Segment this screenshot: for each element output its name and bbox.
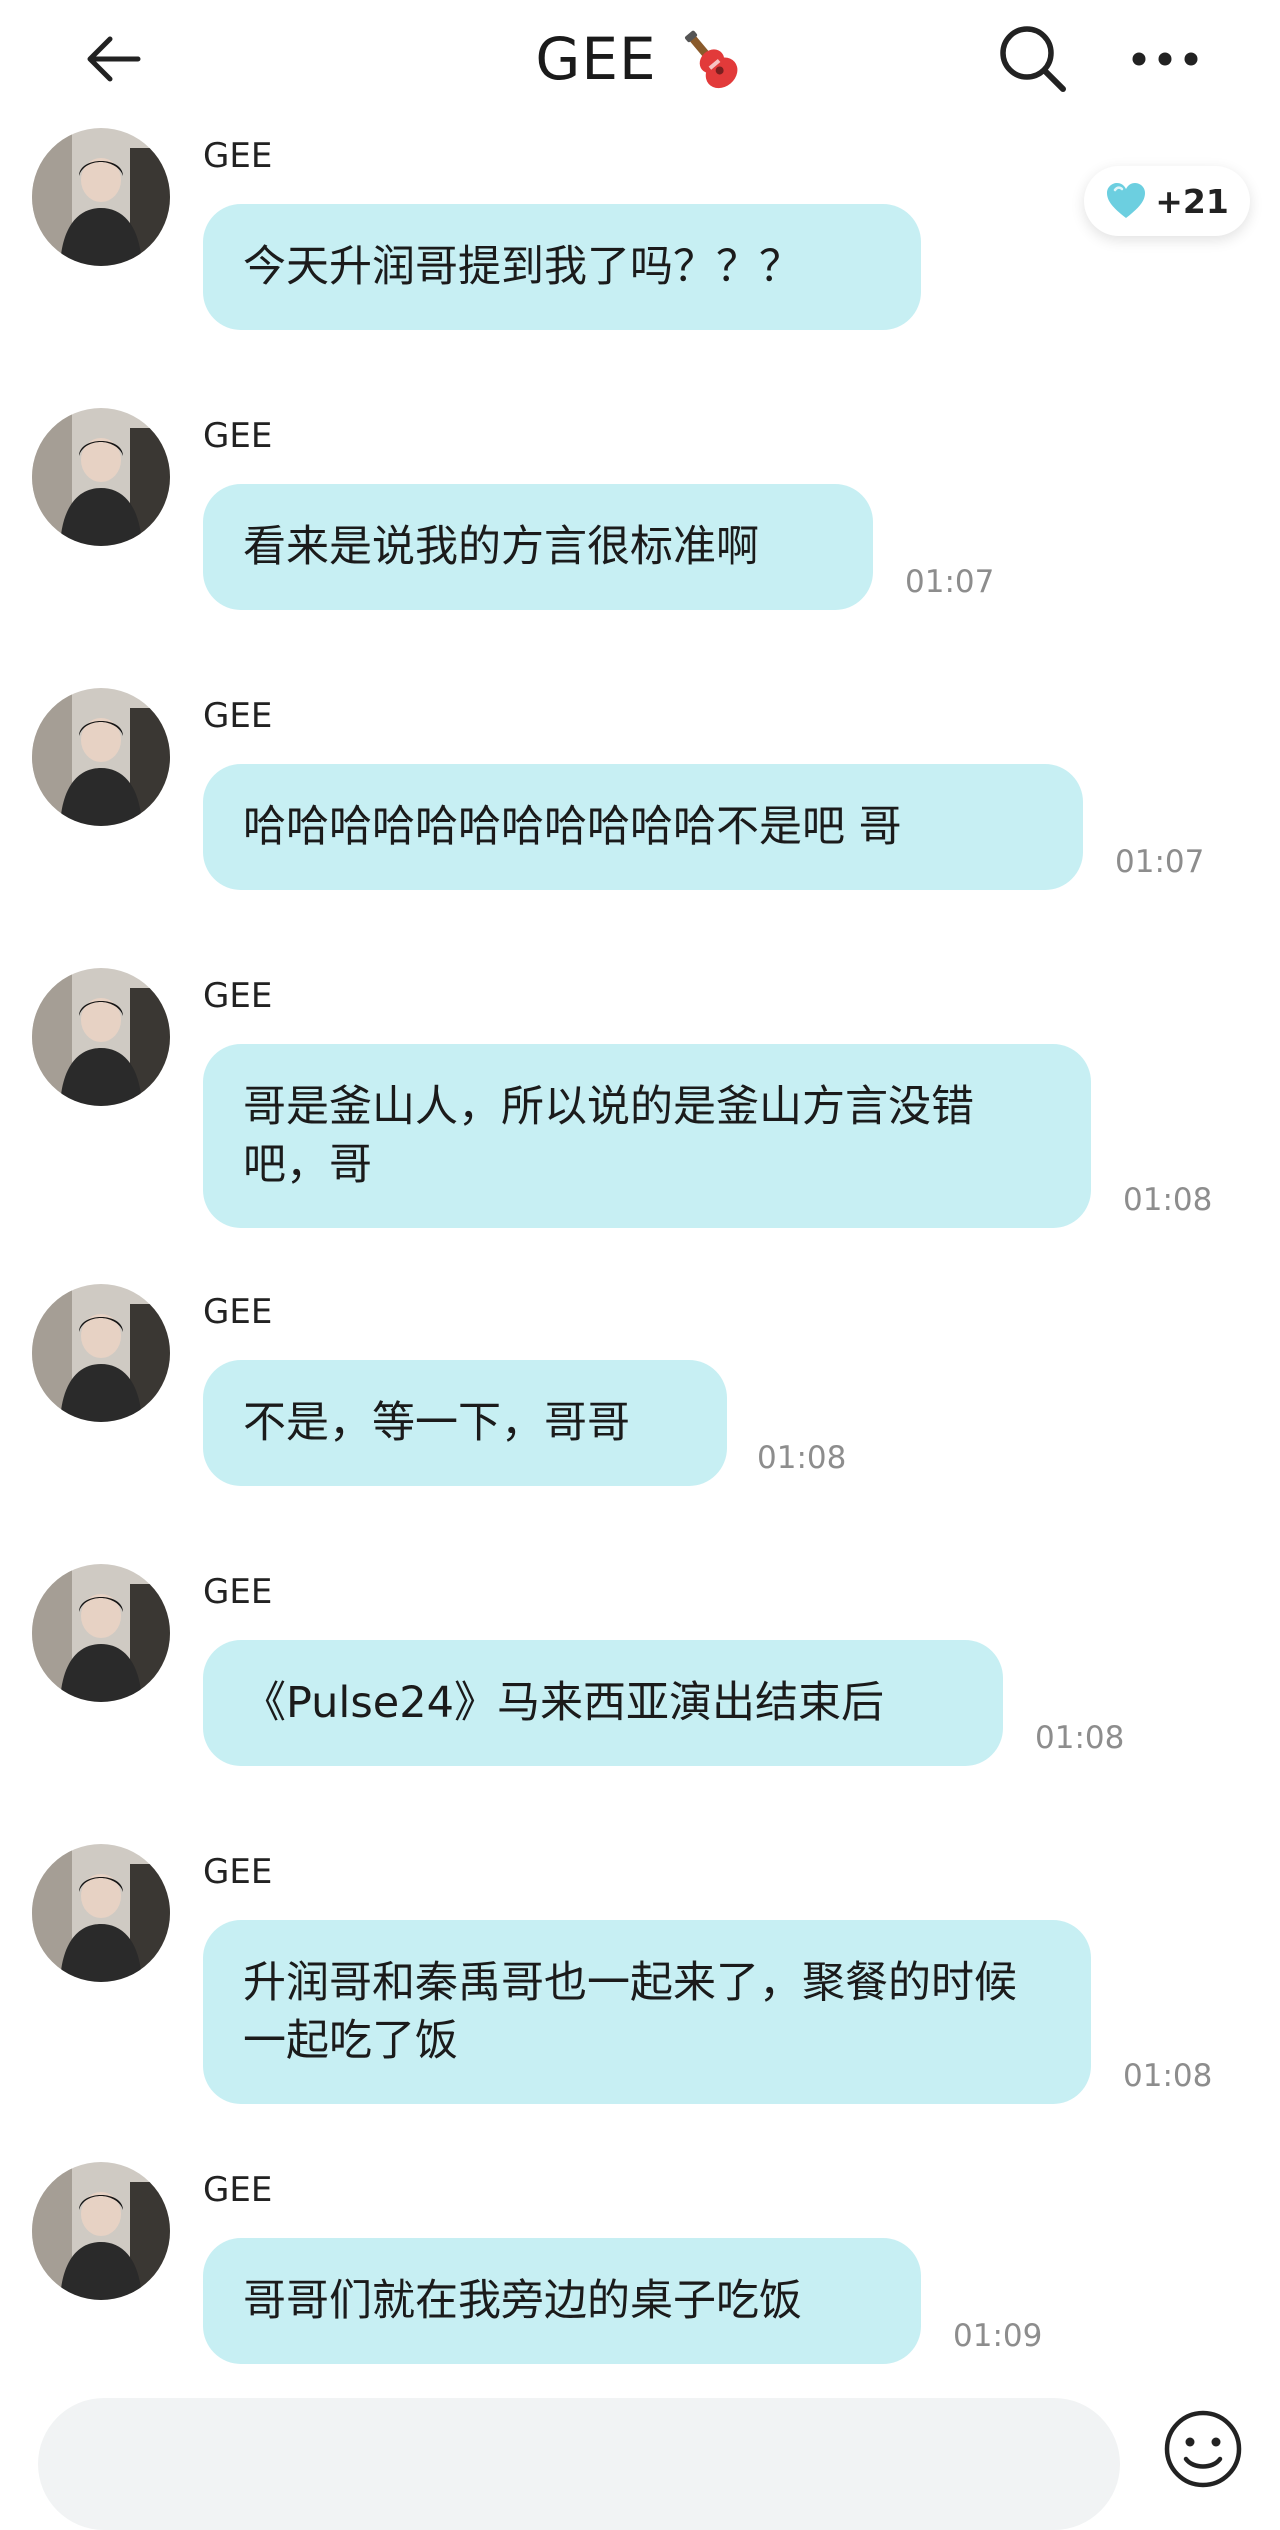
message-bubble[interactable]: 哈哈哈哈哈哈哈哈哈哈哈不是吧 哥: [203, 764, 1083, 890]
avatar[interactable]: [32, 2162, 170, 2300]
message-time: 01:08: [757, 1440, 847, 1476]
message-time: 01:07: [905, 564, 995, 600]
message-item: GEE 看来是说我的方言很标准啊 01:07: [0, 408, 1280, 628]
back-arrow-icon: [87, 36, 141, 82]
heart-icon: [1107, 183, 1146, 218]
chat-title: GEE: [535, 25, 657, 93]
message-item: GEE 今天升润哥提到我了吗？？？: [0, 128, 1280, 348]
avatar[interactable]: [32, 1284, 170, 1422]
search-icon: [1000, 26, 1066, 92]
guitar-icon: [684, 30, 738, 89]
avatar[interactable]: [32, 688, 170, 826]
sender-name: GEE: [203, 416, 273, 456]
message-bubble[interactable]: 哥是釜山人，所以说的是釜山方言没错吧，哥: [203, 1044, 1091, 1228]
message-bubble[interactable]: 哥哥们就在我旁边的桌子吃饭: [203, 2238, 921, 2364]
avatar[interactable]: [32, 1844, 170, 1982]
message-time: 01:08: [1123, 2058, 1213, 2094]
message-item: GEE 哥哥们就在我旁边的桌子吃饭 01:09: [0, 2162, 1280, 2368]
more-icon: [1132, 52, 1198, 66]
message-bubble[interactable]: 升润哥和秦禹哥也一起来了，聚餐的时候一起吃了饭: [203, 1920, 1091, 2104]
message-item: GEE 哥是釜山人，所以说的是釜山方言没错吧，哥 01:08: [0, 968, 1280, 1248]
message-time: 01:07: [1115, 844, 1205, 880]
smiley-icon: [1164, 2410, 1242, 2488]
emoji-button[interactable]: [1158, 2404, 1248, 2494]
sender-name: GEE: [203, 696, 273, 736]
sender-name: GEE: [203, 976, 273, 1016]
avatar[interactable]: [32, 1564, 170, 1702]
sender-name: GEE: [203, 1572, 273, 1612]
sender-name: GEE: [203, 2170, 273, 2210]
message-item: GEE 哈哈哈哈哈哈哈哈哈哈哈不是吧 哥 01:07: [0, 688, 1280, 908]
message-item: GEE 升润哥和秦禹哥也一起来了，聚餐的时候一起吃了饭 01:08: [0, 1844, 1280, 2124]
message-bubble[interactable]: 今天升润哥提到我了吗？？？: [203, 204, 921, 330]
reaction-badge[interactable]: +21: [1084, 166, 1250, 236]
chat-title-group: GEE: [0, 14, 1280, 104]
message-bubble[interactable]: 不是，等一下，哥哥: [203, 1360, 727, 1486]
message-time: 01:09: [953, 2318, 1043, 2354]
reaction-count: +21: [1155, 181, 1229, 221]
sender-name: GEE: [203, 136, 273, 176]
sender-name: GEE: [203, 1292, 273, 1332]
message-list[interactable]: GEE 今天升润哥提到我了吗？？？ GEE 看来是说我的方言很标准啊 01:07: [0, 128, 1280, 2368]
avatar[interactable]: [32, 128, 170, 266]
search-button[interactable]: [988, 14, 1078, 104]
more-button[interactable]: [1120, 14, 1210, 104]
message-bubble[interactable]: 看来是说我的方言很标准啊: [203, 484, 873, 610]
message-bubble[interactable]: 《Pulse24》马来西亚演出结束后: [203, 1640, 1003, 1766]
back-button[interactable]: [70, 14, 160, 104]
avatar[interactable]: [32, 968, 170, 1106]
sender-name: GEE: [203, 1852, 273, 1892]
message-item: GEE 不是，等一下，哥哥 01:08: [0, 1284, 1280, 1504]
composer-bar: [0, 2368, 1280, 2530]
top-bar: GEE: [0, 0, 1280, 128]
avatar[interactable]: [32, 408, 170, 546]
message-input[interactable]: [38, 2398, 1120, 2530]
message-time: 01:08: [1123, 1182, 1213, 1218]
message-item: GEE 《Pulse24》马来西亚演出结束后 01:08: [0, 1564, 1280, 1784]
message-time: 01:08: [1035, 1720, 1125, 1756]
